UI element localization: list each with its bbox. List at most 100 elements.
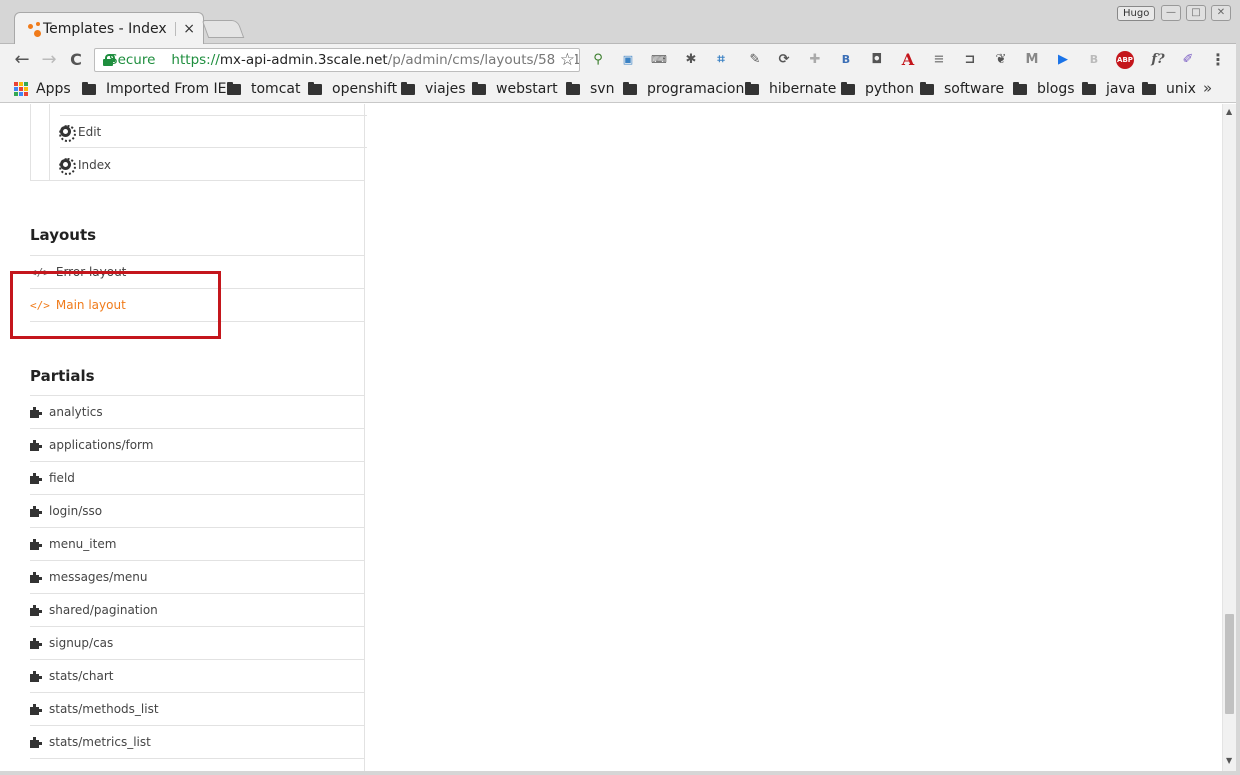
bookmark-folder[interactable]: viajes [401, 81, 466, 97]
maximize-button[interactable]: □ [1186, 5, 1206, 21]
sidebar-item-label: Index [78, 157, 112, 172]
puzzle-piece-icon [30, 604, 43, 616]
scrollbar-thumb[interactable] [1225, 614, 1234, 714]
layouts-heading: Layouts [30, 226, 97, 244]
bookmark-apps[interactable]: Apps [14, 81, 71, 97]
keyboard-icon[interactable]: ⌨ [651, 52, 667, 68]
bookmark-folder[interactable]: software [920, 81, 1004, 97]
font-icon[interactable]: f? [1147, 52, 1169, 68]
partial-item[interactable]: field [30, 462, 365, 495]
folder-icon [1013, 81, 1027, 95]
bookmark-label: unix [1166, 81, 1196, 97]
crop-icon[interactable]: ⌗ [713, 52, 729, 68]
profile-badge[interactable]: Hugo [1117, 6, 1156, 21]
partial-item[interactable]: shared/pagination [30, 594, 365, 627]
bookmark-folder[interactable]: openshift [308, 81, 397, 97]
bookmark-folder[interactable]: java [1082, 81, 1135, 97]
bookmark-folder[interactable]: tomcat [227, 81, 300, 97]
eyedropper-icon[interactable]: ✎ [747, 52, 763, 68]
bookmark-star-icon[interactable]: ☆ [555, 50, 575, 70]
screenshot-icon[interactable]: ▣ [620, 52, 636, 68]
bookmark-folder[interactable]: webstart [472, 81, 558, 97]
partial-item-label: signup/cas [49, 636, 114, 650]
partials-heading: Partials [30, 367, 95, 385]
secure-label: Secure [109, 52, 156, 68]
sidebar-item-label: Edit [78, 124, 102, 139]
bookmark-folder[interactable]: Imported From IE [82, 81, 227, 97]
bookmark-label: programacion [647, 81, 745, 97]
tampermonkey-icon[interactable]: ❦ [993, 52, 1009, 68]
bookmark-label: webstart [496, 81, 558, 97]
reload-button[interactable]: C [64, 48, 88, 72]
plus-icon[interactable]: ✚ [807, 52, 823, 68]
puzzle-piece-icon [30, 439, 43, 451]
bookmarks-overflow-button[interactable]: » [1203, 79, 1212, 97]
annotation-highlight-box [10, 271, 221, 339]
folder-icon [401, 81, 415, 95]
partial-item[interactable]: applications/form [30, 429, 365, 462]
folder-icon [1142, 81, 1156, 95]
new-tab-button[interactable] [201, 20, 245, 38]
page-viewport: Edit Index Layouts </> Error layout </> … [0, 104, 1222, 771]
adblock-icon[interactable]: ABP [1116, 51, 1134, 69]
folder-icon [623, 81, 637, 95]
color-picker-icon[interactable]: ✐ [1180, 52, 1196, 68]
vertical-scrollbar[interactable]: ▲ ▼ [1222, 104, 1236, 771]
forward-button[interactable]: → [37, 48, 61, 72]
scroll-up-arrow-icon[interactable]: ▲ [1226, 107, 1232, 116]
scroll-down-arrow-icon[interactable]: ▼ [1226, 756, 1232, 765]
bookmark-folder[interactable]: unix [1142, 81, 1196, 97]
partial-item-label: menu_item [49, 537, 117, 551]
pocket-icon[interactable]: ◘ [869, 52, 885, 68]
equalizer-icon[interactable]: ≡ [931, 52, 947, 68]
tab-title: Templates - Index [42, 20, 167, 37]
partial-item[interactable]: stats/chart [30, 660, 365, 693]
partial-item-label: shared/pagination [49, 603, 158, 617]
sidebar-item-edit[interactable]: Edit [59, 115, 367, 148]
minimize-button[interactable]: — [1161, 5, 1181, 21]
b-icon[interactable]: B [1086, 52, 1102, 68]
puzzle-ext-icon[interactable]: ⚲ [590, 52, 606, 68]
sparkle-icon[interactable]: ✱ [683, 52, 699, 68]
m-icon[interactable]: M [1024, 52, 1040, 68]
acrobat-icon[interactable]: A [900, 52, 916, 68]
bookmark-label: svn [590, 81, 615, 97]
video-icon[interactable]: ▶ [1055, 52, 1071, 68]
folder-icon [227, 81, 241, 95]
partial-item[interactable]: stats/metrics_list [30, 726, 365, 759]
bookmark-folder[interactable]: blogs [1013, 81, 1075, 97]
partial-item[interactable]: analytics [30, 396, 365, 429]
partial-item[interactable]: messages/menu [30, 561, 365, 594]
partial-item[interactable]: menu_item [30, 528, 365, 561]
close-window-button[interactable]: ✕ [1211, 5, 1231, 21]
partial-item-label: login/sso [49, 504, 103, 518]
puzzle-piece-icon [30, 736, 43, 748]
partial-item[interactable]: signup/cas [30, 627, 365, 660]
tab-close-icon[interactable]: × [183, 21, 195, 37]
bookmark-folder[interactable]: programacion [623, 81, 744, 97]
window-frame-right [1236, 0, 1240, 775]
folder-icon [566, 81, 580, 95]
tab-templates-index[interactable]: Templates - Index × [14, 12, 204, 44]
partial-item[interactable]: login/sso [30, 495, 365, 528]
gear-icon [59, 125, 76, 142]
puzzle-piece-icon [30, 505, 43, 517]
back-button[interactable]: ← [10, 48, 34, 72]
bookmark-folder[interactable]: hibernate [745, 81, 836, 97]
puzzle-piece-icon [30, 472, 43, 484]
cast-icon[interactable]: ⊐ [962, 52, 978, 68]
menu-icon[interactable]: ⋮ [1210, 52, 1226, 68]
bookmark-folder[interactable]: python [841, 81, 914, 97]
bookmark-folder[interactable]: svn [566, 81, 614, 97]
partial-item-label: stats/chart [49, 669, 114, 683]
address-bar[interactable]: Secure https:// mx-api-admin.3scale.net … [94, 48, 580, 72]
sync-icon[interactable]: ⟳ [776, 52, 792, 68]
bookmark-label: blogs [1037, 81, 1075, 97]
badge-icon[interactable]: B [838, 52, 854, 68]
cms-sidebar: Edit Index Layouts </> Error layout </> … [0, 104, 367, 771]
partial-item-label: applications/form [49, 438, 154, 452]
puzzle-piece-icon [30, 637, 43, 649]
window-frame-bottom [0, 771, 1240, 775]
partial-item[interactable]: stats/methods_list [30, 693, 365, 726]
sidebar-item-index[interactable]: Index [59, 148, 367, 181]
